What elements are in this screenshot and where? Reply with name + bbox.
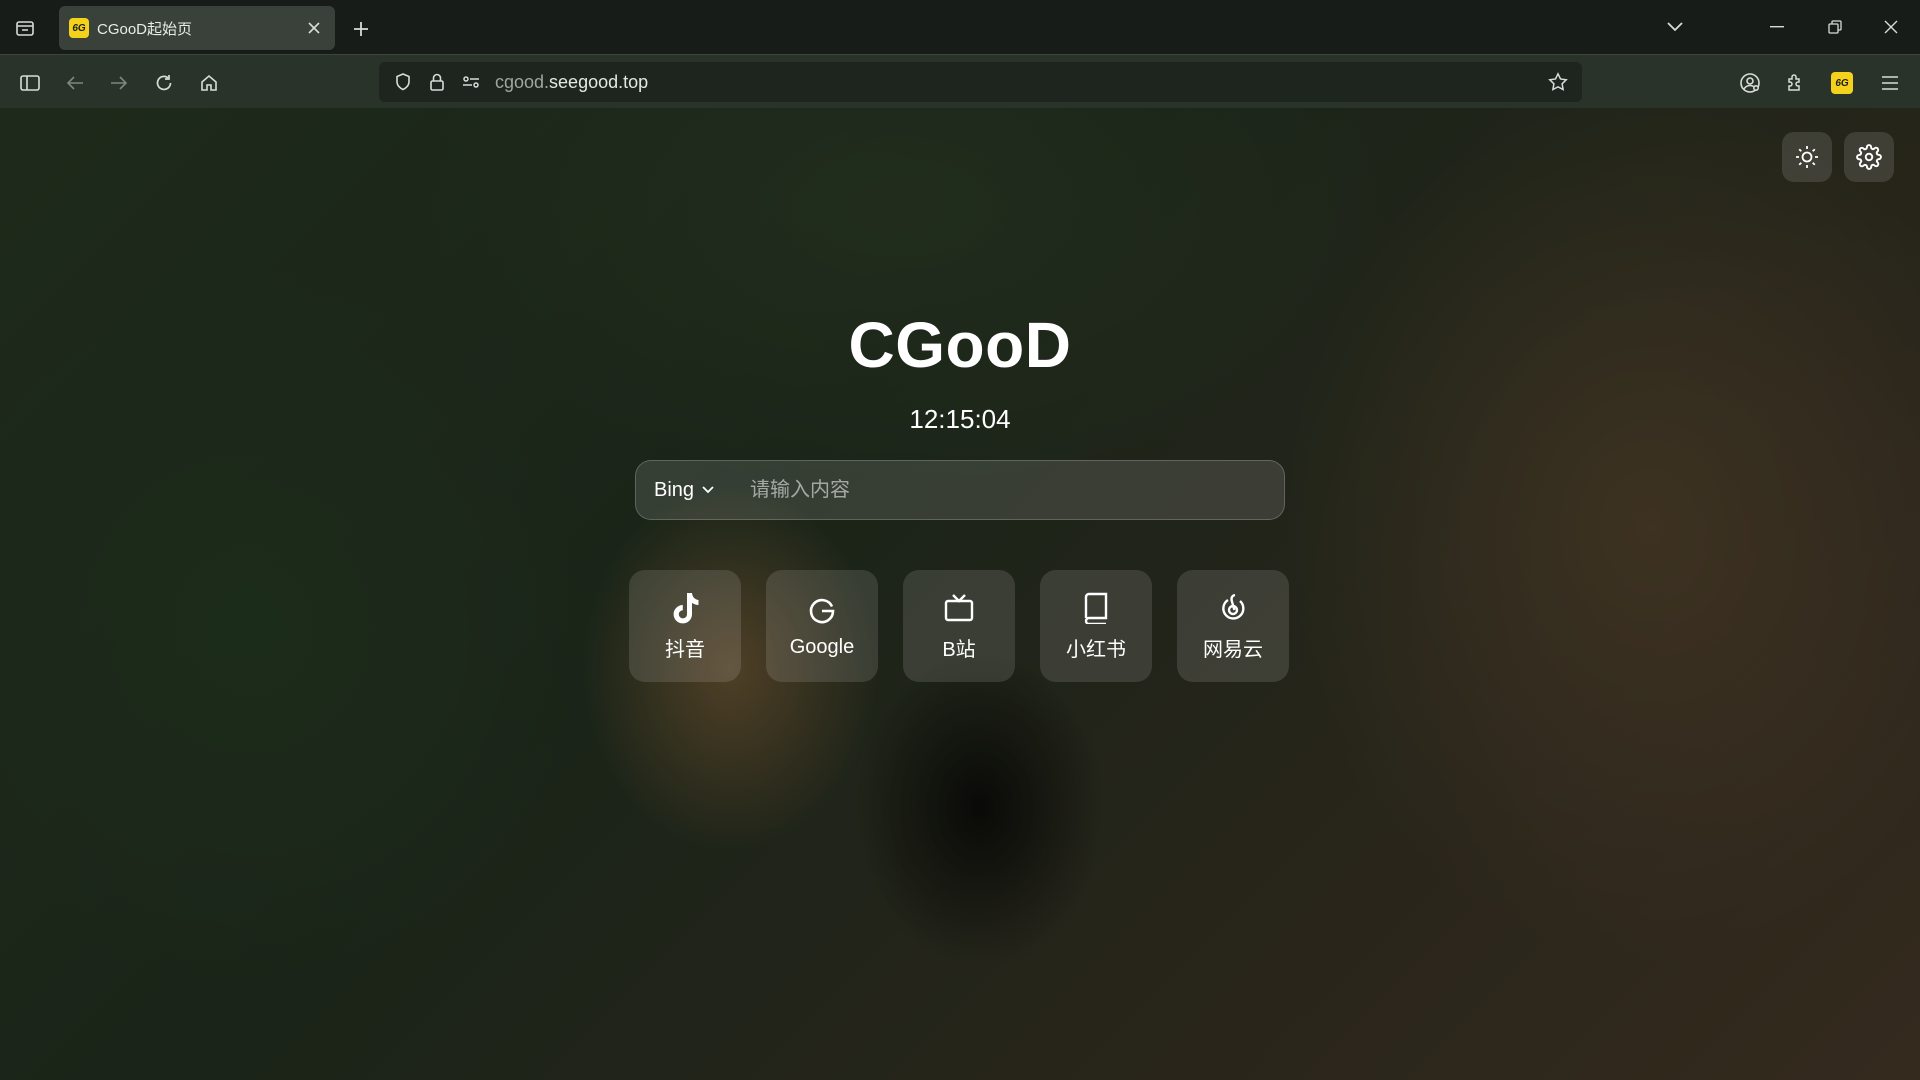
search-bar: Bing [635, 460, 1285, 520]
shortcut-label: 网易云 [1203, 638, 1263, 661]
tab-favicon-icon: 6G [69, 18, 89, 38]
lock-icon[interactable] [423, 68, 451, 96]
tab-bar: 6G CGooD起始页 [0, 0, 1920, 54]
close-window-icon[interactable] [1876, 12, 1906, 42]
search-engine-selector[interactable]: Bing [654, 479, 714, 502]
book-icon [1082, 591, 1110, 625]
home-icon[interactable] [193, 67, 225, 99]
sun-icon [1796, 146, 1818, 168]
shortcut-douyin[interactable]: 抖音 [629, 570, 741, 682]
extensions-puzzle-icon[interactable] [1779, 67, 1811, 99]
bookmark-star-icon[interactable] [1544, 68, 1572, 96]
cgood-extension-icon[interactable]: 6G [1826, 67, 1858, 99]
tracking-protection-shield-icon[interactable] [389, 68, 417, 96]
shortcut-label: 小红书 [1066, 638, 1126, 661]
list-all-tabs-icon[interactable] [1660, 12, 1690, 42]
shortcut-label: 抖音 [665, 638, 705, 661]
shortcut-xiaohongshu[interactable]: 小红书 [1040, 570, 1152, 682]
minimize-icon[interactable] [1762, 12, 1792, 42]
shortcut-bilibili[interactable]: B站 [903, 570, 1015, 682]
tab-list-icon[interactable] [10, 14, 40, 42]
new-tab-icon[interactable] [346, 14, 376, 44]
tv-icon [943, 591, 975, 625]
sidebar-toggle-icon[interactable] [14, 67, 46, 99]
restore-icon[interactable] [1820, 12, 1850, 42]
site-logo: CGooD [848, 309, 1072, 381]
theme-toggle-button[interactable] [1782, 132, 1832, 182]
active-tab[interactable]: 6G CGooD起始页 [59, 6, 335, 50]
chevron-down-icon [702, 486, 714, 494]
app-menu-icon[interactable] [1874, 67, 1906, 99]
close-tab-icon[interactable] [303, 17, 325, 39]
back-icon[interactable] [59, 67, 91, 99]
tiktok-icon [670, 591, 700, 625]
account-icon[interactable] [1734, 67, 1766, 99]
shortcut-grid: 抖音 Google B站 小红书 网易云 [629, 570, 1289, 682]
navigation-toolbar: cgood.seegood.top 6G [0, 54, 1920, 108]
google-icon [807, 594, 837, 628]
reload-icon[interactable] [148, 67, 180, 99]
settings-button[interactable] [1844, 132, 1894, 182]
search-engine-label: Bing [654, 478, 695, 501]
site-permissions-icon[interactable] [457, 68, 485, 96]
tab-title: CGooD起始页 [97, 20, 193, 38]
clock: 12:15:04 [909, 404, 1011, 434]
shortcut-label: Google [789, 635, 855, 658]
gear-icon [1856, 144, 1882, 170]
shortcut-label: B站 [942, 638, 976, 661]
start-page: CGooD 12:15:04 Bing 抖音 Google B [0, 108, 1920, 1080]
shortcut-google[interactable]: Google [766, 570, 878, 682]
netease-music-icon [1218, 591, 1248, 625]
forward-icon[interactable] [103, 67, 135, 99]
shortcut-netease[interactable]: 网易云 [1177, 570, 1289, 682]
url-text: cgood.seegood.top [495, 71, 649, 92]
search-input[interactable] [750, 478, 1266, 502]
address-bar[interactable]: cgood.seegood.top [379, 62, 1582, 102]
